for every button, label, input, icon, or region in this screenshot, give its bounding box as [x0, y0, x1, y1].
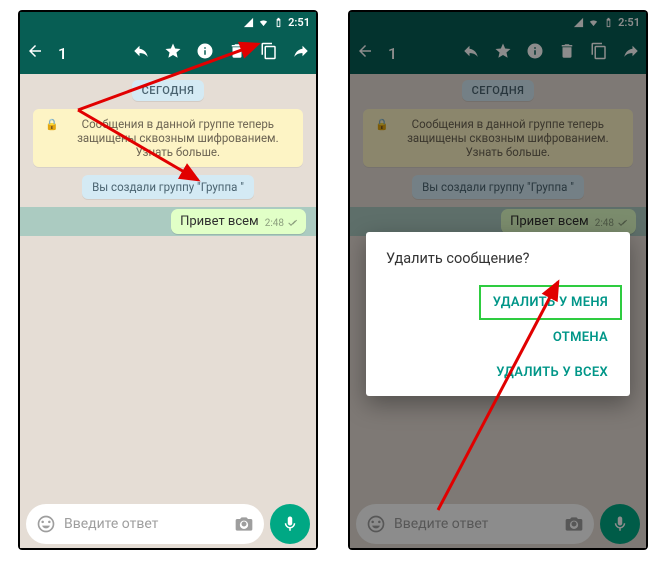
toolbar-actions	[132, 42, 310, 64]
delete-for-me-button[interactable]: УДАЛИТЬ У МЕНЯ	[479, 285, 622, 320]
star-icon[interactable]	[164, 42, 182, 64]
screen: 2:51 1 СЕГОДНЯ 🔒 Сообщения в данной груп…	[350, 12, 646, 548]
selection-count: 1	[58, 44, 132, 63]
status-bar: 2:51	[20, 12, 316, 32]
info-icon[interactable]	[196, 42, 214, 64]
emoji-icon[interactable]	[36, 514, 56, 534]
message-bubble-out[interactable]: Привет всем 2:48	[171, 209, 306, 234]
message-input[interactable]: Введите ответ	[26, 504, 264, 544]
message-time: 2:48	[265, 218, 284, 229]
wifi-icon	[258, 17, 269, 28]
signal-icon	[243, 17, 254, 28]
encryption-text: Сообщения в данной группе теперь защищен…	[65, 117, 291, 159]
mic-icon	[281, 515, 299, 533]
screen: 2:51 1 СЕГОДНЯ 🔒 Сообщения в данной груп…	[20, 12, 316, 548]
back-arrow-icon[interactable]	[26, 42, 44, 64]
chat-area: СЕГОДНЯ 🔒 Сообщения в данной группе тепе…	[20, 74, 316, 500]
phone-frame-right: 2:51 1 СЕГОДНЯ 🔒 Сообщения в данной груп…	[348, 10, 648, 550]
input-bar: Введите ответ	[20, 500, 316, 548]
date-chip: СЕГОДНЯ	[132, 80, 205, 101]
input-placeholder: Введите ответ	[64, 516, 226, 532]
dialog-title: Удалить сообщение?	[386, 250, 622, 267]
forward-icon[interactable]	[292, 42, 310, 64]
trash-icon[interactable]	[228, 42, 246, 64]
message-meta: 2:48	[265, 217, 298, 229]
read-ticks-icon	[286, 217, 298, 229]
cancel-button[interactable]: ОТМЕНА	[539, 320, 622, 355]
copy-icon[interactable]	[260, 42, 278, 64]
battery-icon	[273, 17, 284, 28]
phone-frame-left: 2:51 1 СЕГОДНЯ 🔒 Сообщения в данной груп…	[18, 10, 318, 550]
lock-icon: 🔒	[45, 118, 59, 131]
selection-toolbar: 1	[20, 32, 316, 74]
mic-button[interactable]	[270, 504, 310, 544]
reply-icon[interactable]	[132, 42, 150, 64]
message-text: Привет всем	[180, 214, 259, 229]
message-row-selected[interactable]: Привет всем 2:48	[20, 207, 316, 236]
dialog-actions: УДАЛИТЬ У МЕНЯ ОТМЕНА УДАЛИТЬ У ВСЕХ	[386, 285, 622, 390]
clock: 2:51	[288, 16, 310, 29]
camera-icon[interactable]	[234, 514, 254, 534]
system-message: Вы создали группу "Группа "	[82, 175, 254, 199]
delete-dialog: Удалить сообщение? УДАЛИТЬ У МЕНЯ ОТМЕНА…	[366, 232, 630, 396]
encryption-notice[interactable]: 🔒 Сообщения в данной группе теперь защищ…	[33, 109, 303, 167]
delete-for-all-button[interactable]: УДАЛИТЬ У ВСЕХ	[482, 355, 622, 390]
